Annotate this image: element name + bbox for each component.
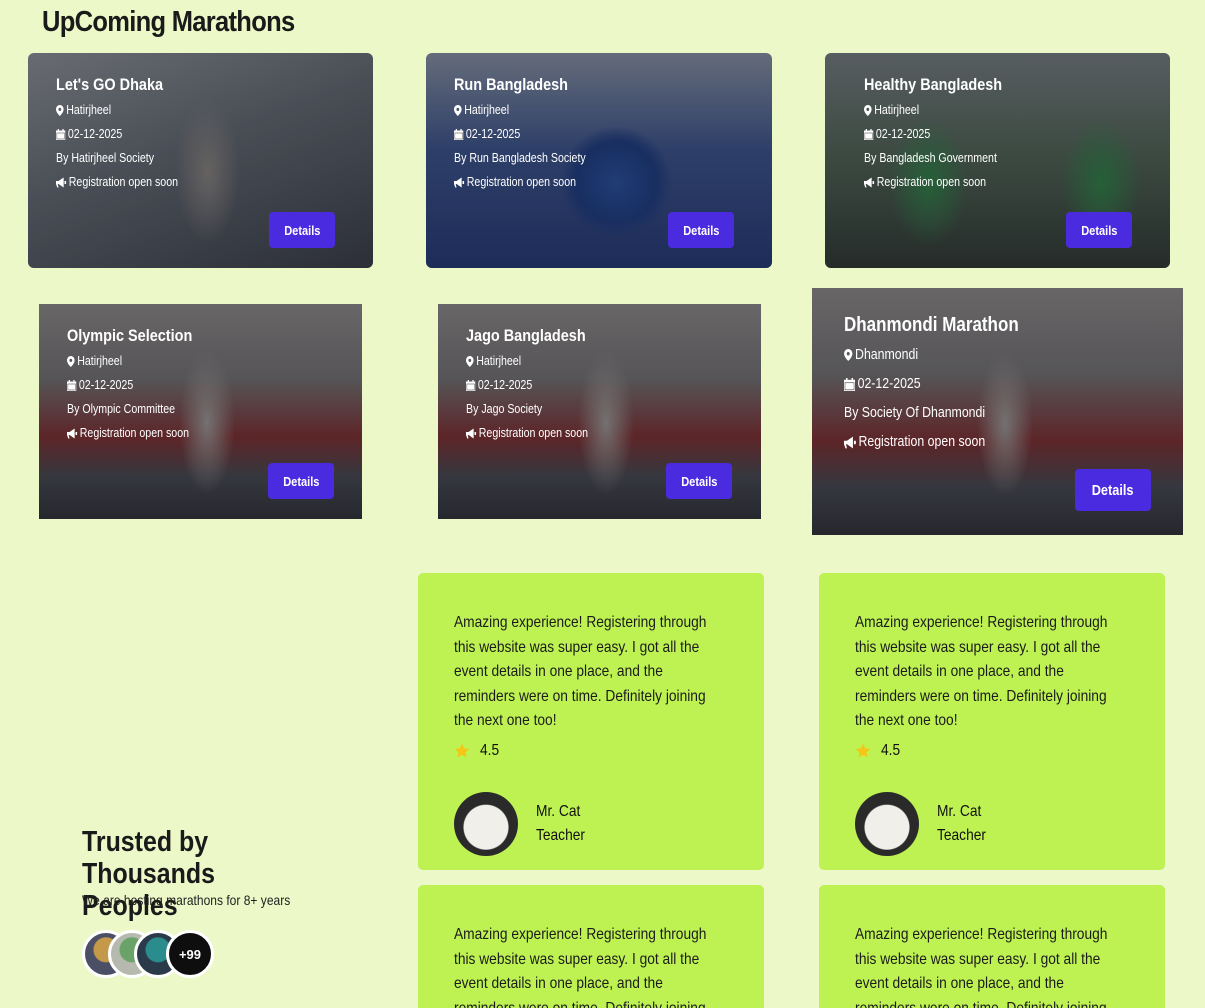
review-text: Amazing experience! Registering through … bbox=[855, 614, 1108, 729]
marathon-card: Run Bangladesh Hatirjheel 02-12-2025 By … bbox=[426, 53, 772, 268]
more-count-badge: +99 bbox=[166, 930, 214, 978]
location-pin-icon bbox=[56, 104, 64, 116]
card-title: Healthy Bangladesh bbox=[864, 75, 1003, 94]
card-location: Hatirjheel bbox=[476, 354, 522, 368]
details-button[interactable]: Details bbox=[668, 212, 734, 248]
card-organizer: By Run Bangladesh Society bbox=[454, 151, 586, 165]
megaphone-icon bbox=[454, 177, 465, 187]
card-title: Run Bangladesh bbox=[454, 75, 569, 94]
card-location: Dhanmondi bbox=[855, 347, 919, 363]
card-location: Hatirjheel bbox=[77, 354, 123, 368]
avatar bbox=[454, 791, 518, 856]
card-date: 02-12-2025 bbox=[857, 376, 921, 392]
review-card: Amazing experience! Registering through … bbox=[418, 573, 764, 870]
review-text: Amazing experience! Registering through … bbox=[855, 926, 1108, 1008]
card-date: 02-12-2025 bbox=[67, 127, 123, 141]
card-status: Registration open soon bbox=[466, 175, 577, 189]
trust-subtitle: We are hosting marathons for 8+ years bbox=[82, 892, 291, 908]
card-title: Jago Bangladesh bbox=[466, 326, 586, 345]
calendar-icon bbox=[67, 379, 77, 391]
avatar-group: +99 bbox=[82, 930, 222, 978]
review-text: Amazing experience! Registering through … bbox=[454, 614, 707, 729]
megaphone-icon bbox=[844, 436, 856, 448]
marathon-card: Dhanmondi Marathon Dhanmondi 02-12-2025 … bbox=[812, 288, 1183, 535]
marathon-card: Healthy Bangladesh Hatirjheel 02-12-2025… bbox=[825, 53, 1170, 268]
card-location: Hatirjheel bbox=[874, 103, 920, 117]
card-title: Dhanmondi Marathon bbox=[844, 314, 1019, 336]
details-button[interactable]: Details bbox=[269, 212, 335, 248]
card-organizer: By Jago Society bbox=[466, 402, 543, 416]
calendar-icon bbox=[864, 128, 874, 140]
card-location: Hatirjheel bbox=[464, 103, 510, 117]
megaphone-icon bbox=[67, 428, 78, 438]
location-pin-icon bbox=[454, 104, 462, 116]
rating-value: 4.5 bbox=[881, 741, 901, 759]
calendar-icon bbox=[466, 379, 476, 391]
megaphone-icon bbox=[864, 177, 875, 187]
rating-value: 4.5 bbox=[480, 741, 500, 759]
review-card: Amazing experience! Registering through … bbox=[819, 573, 1165, 870]
card-status: Registration open soon bbox=[79, 426, 190, 440]
review-text: Amazing experience! Registering through … bbox=[454, 926, 707, 1008]
marathon-card: Jago Bangladesh Hatirjheel 02-12-2025 By… bbox=[438, 304, 761, 519]
marathon-card: Olympic Selection Hatirjheel 02-12-2025 … bbox=[39, 304, 362, 519]
card-date: 02-12-2025 bbox=[875, 127, 931, 141]
card-date: 02-12-2025 bbox=[78, 378, 134, 392]
avatar bbox=[855, 791, 919, 856]
card-organizer: By Olympic Committee bbox=[67, 402, 176, 416]
card-organizer: By Society Of Dhanmondi bbox=[844, 405, 986, 421]
reviewer-role: Teacher bbox=[536, 826, 585, 844]
star-icon bbox=[454, 743, 470, 757]
details-button[interactable]: Details bbox=[666, 463, 732, 499]
details-button[interactable]: Details bbox=[1075, 469, 1151, 511]
card-location: Hatirjheel bbox=[66, 103, 112, 117]
card-title: Let's GO Dhaka bbox=[56, 75, 164, 94]
card-title: Olympic Selection bbox=[67, 326, 193, 345]
calendar-icon bbox=[844, 377, 856, 391]
details-button[interactable]: Details bbox=[1066, 212, 1132, 248]
calendar-icon bbox=[56, 128, 66, 140]
card-status: Registration open soon bbox=[478, 426, 589, 440]
location-pin-icon bbox=[864, 104, 872, 116]
card-organizer: By Bangladesh Government bbox=[864, 151, 997, 165]
review-card: Amazing experience! Registering through … bbox=[418, 885, 764, 1008]
megaphone-icon bbox=[466, 428, 477, 438]
card-date: 02-12-2025 bbox=[477, 378, 533, 392]
reviewer-role: Teacher bbox=[937, 826, 986, 844]
details-button[interactable]: Details bbox=[268, 463, 334, 499]
card-status: Registration open soon bbox=[68, 175, 179, 189]
card-status: Registration open soon bbox=[858, 434, 986, 450]
reviewer-name: Mr. Cat bbox=[937, 802, 982, 820]
card-status: Registration open soon bbox=[876, 175, 987, 189]
location-pin-icon bbox=[466, 355, 474, 367]
marathon-card: Let's GO Dhaka Hatirjheel 02-12-2025 By … bbox=[28, 53, 373, 268]
calendar-icon bbox=[454, 128, 464, 140]
location-pin-icon bbox=[67, 355, 75, 367]
review-card: Amazing experience! Registering through … bbox=[819, 885, 1165, 1008]
location-pin-icon bbox=[844, 349, 853, 361]
card-organizer: By Hatirjheel Society bbox=[56, 151, 155, 165]
star-icon bbox=[855, 743, 871, 757]
reviewer-name: Mr. Cat bbox=[536, 802, 581, 820]
card-date: 02-12-2025 bbox=[465, 127, 521, 141]
section-title: UpComing Marathons bbox=[42, 6, 295, 38]
megaphone-icon bbox=[56, 177, 67, 187]
